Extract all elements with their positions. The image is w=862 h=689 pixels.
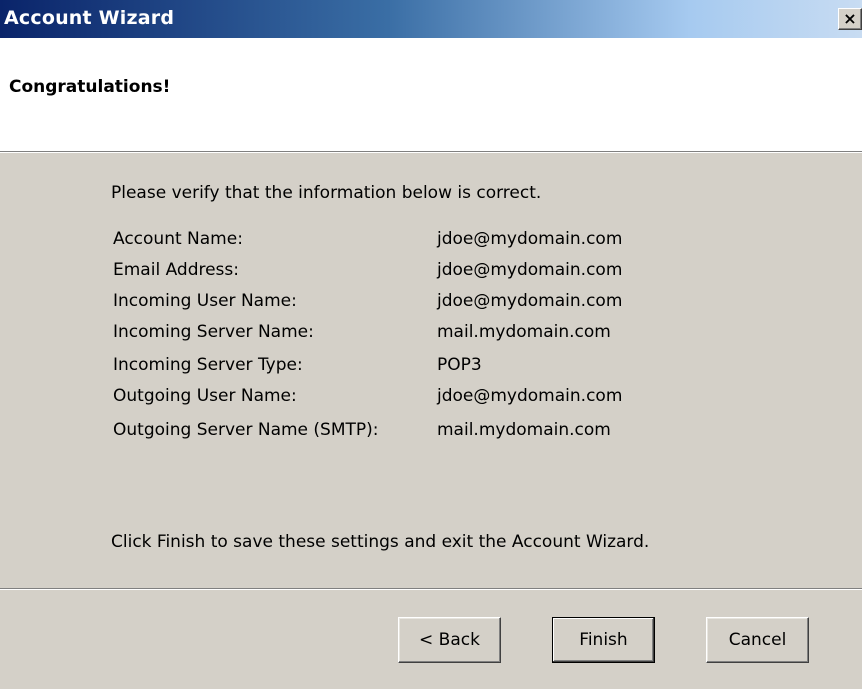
incoming-server-name-label: Incoming Server Name:	[113, 322, 314, 342]
info-row-outgoing-server-name: Outgoing Server Name (SMTP): mail.mydoma…	[0, 420, 862, 448]
incoming-server-name-value: mail.mydomain.com	[437, 322, 611, 342]
account-wizard-window: Account Wizard × Congratulations! Please…	[0, 0, 862, 689]
title-bar[interactable]: Account Wizard ×	[0, 0, 862, 38]
footer-divider	[0, 588, 862, 590]
close-button[interactable]: ×	[838, 8, 862, 30]
outgoing-user-name-value: jdoe@mydomain.com	[437, 386, 623, 406]
outgoing-server-name-label: Outgoing Server Name (SMTP):	[113, 420, 379, 440]
finish-button[interactable]: Finish	[552, 617, 655, 663]
info-row-incoming-user-name: Incoming User Name: jdoe@mydomain.com	[0, 291, 862, 319]
close-icon: ×	[843, 9, 857, 28]
verify-instruction: Please verify that the information below…	[111, 183, 542, 203]
info-row-outgoing-user-name: Outgoing User Name: jdoe@mydomain.com	[0, 386, 862, 414]
info-row-email-address: Email Address: jdoe@mydomain.com	[0, 260, 862, 288]
back-button[interactable]: < Back	[398, 617, 501, 663]
info-row-incoming-server-name: Incoming Server Name: mail.mydomain.com	[0, 322, 862, 350]
info-row-incoming-server-type: Incoming Server Type: POP3	[0, 355, 862, 383]
header-divider	[0, 151, 862, 153]
outgoing-server-name-value: mail.mydomain.com	[437, 420, 611, 440]
wizard-header: Congratulations!	[0, 38, 862, 151]
account-name-value: jdoe@mydomain.com	[437, 229, 623, 249]
incoming-server-type-label: Incoming Server Type:	[113, 355, 303, 375]
incoming-user-name-value: jdoe@mydomain.com	[437, 291, 623, 311]
finish-instruction: Click Finish to save these settings and …	[111, 532, 650, 552]
account-name-label: Account Name:	[113, 229, 243, 249]
page-heading: Congratulations!	[9, 77, 171, 97]
info-row-account-name: Account Name: jdoe@mydomain.com	[0, 229, 862, 257]
outgoing-user-name-label: Outgoing User Name:	[113, 386, 297, 406]
email-address-label: Email Address:	[113, 260, 239, 280]
incoming-server-type-value: POP3	[437, 355, 482, 375]
email-address-value: jdoe@mydomain.com	[437, 260, 623, 280]
window-title: Account Wizard	[4, 7, 175, 29]
cancel-button[interactable]: Cancel	[706, 617, 809, 663]
incoming-user-name-label: Incoming User Name:	[113, 291, 297, 311]
